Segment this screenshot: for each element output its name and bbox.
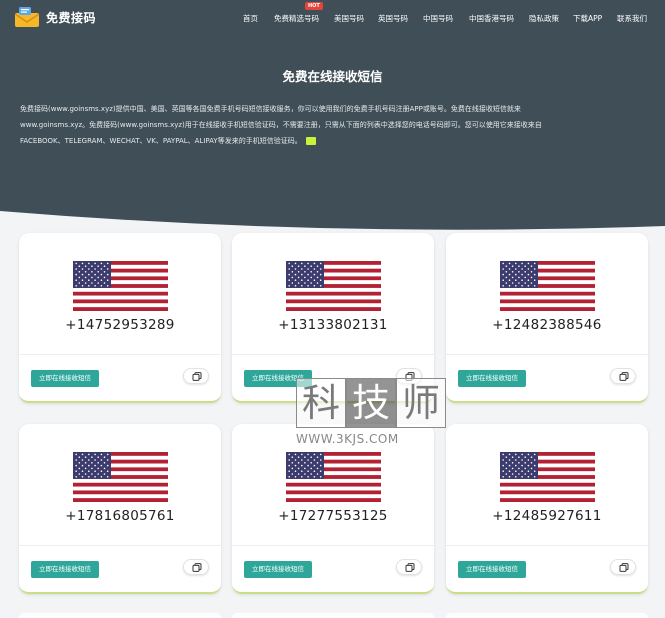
number-card[interactable]: +13133802131 立即在线接收短信	[232, 233, 434, 403]
card-divider	[232, 354, 434, 355]
copy-number-button[interactable]	[396, 559, 422, 575]
receive-sms-button[interactable]: 立即在线接收短信	[458, 561, 526, 578]
receive-sms-button[interactable]: 立即在线接收短信	[31, 370, 99, 387]
phone-number[interactable]: +17277553125	[232, 508, 434, 524]
phone-number[interactable]: +13133802131	[232, 317, 434, 333]
phone-number[interactable]: +12482388546	[446, 317, 648, 333]
copy-number-button[interactable]	[183, 559, 209, 575]
nav-item-uk-numbers[interactable]: 英国号码	[378, 13, 408, 24]
copy-icon	[619, 563, 629, 572]
hero-description: 免费接码(www.goinsms.xyz)提供中国、美国、英国等各国免费手机号码…	[20, 101, 610, 149]
logo-text: 免费接码	[46, 10, 97, 25]
hero-description-line: www.goinsms.xyz。免费接码(www.goinsms.xyz)用于在…	[20, 121, 542, 129]
nav-item-download-app[interactable]: 下载APP	[573, 13, 602, 24]
card-divider	[19, 545, 221, 546]
hero-description-line-last: FACEBOOK、TELEGRAM、WECHAT、VK、PAYPAL、ALIPA…	[20, 133, 610, 149]
nav-item-featured-numbers[interactable]: 免费精选号码	[274, 13, 319, 24]
copy-icon	[192, 372, 202, 381]
number-card[interactable]: +14752953289 立即在线接收短信	[19, 233, 221, 403]
hot-badge: HOT	[305, 2, 323, 10]
phone-number[interactable]: +14752953289	[19, 317, 221, 333]
us-flag-icon	[286, 452, 381, 503]
copy-icon	[405, 372, 415, 381]
number-card[interactable]: +17277553125 立即在线接收短信	[232, 424, 434, 594]
site-logo[interactable]: 免费接码	[14, 6, 96, 28]
next-row-card-edge	[19, 613, 221, 618]
card-divider	[446, 354, 648, 355]
card-divider	[19, 354, 221, 355]
us-flag-icon	[286, 261, 381, 312]
copy-number-button[interactable]	[183, 368, 209, 384]
next-row-card-edge	[232, 613, 434, 618]
copy-number-button[interactable]	[610, 559, 636, 575]
nav-item-privacy[interactable]: 隐私政策	[529, 13, 559, 24]
nav-item-home[interactable]: 首页	[243, 13, 258, 24]
us-flag-icon	[500, 452, 595, 503]
number-card[interactable]: +12482388546 立即在线接收短信	[446, 233, 648, 403]
nav-item-us-numbers[interactable]: 美国号码	[334, 13, 364, 24]
envelope-logo-icon	[14, 6, 40, 28]
page-title: 免费在线接收短信	[282, 69, 383, 84]
phone-number[interactable]: +12485927611	[446, 508, 648, 524]
hero-description-text: FACEBOOK、TELEGRAM、WECHAT、VK、PAYPAL、ALIPA…	[20, 137, 302, 145]
receive-sms-button[interactable]: 立即在线接收短信	[244, 561, 312, 578]
receive-sms-button[interactable]: 立即在线接收短信	[458, 370, 526, 387]
phone-number[interactable]: +17816805761	[19, 508, 221, 524]
hero-description-line: 免费接码(www.goinsms.xyz)提供中国、美国、英国等各国免费手机号码…	[20, 105, 521, 113]
copy-icon	[192, 563, 202, 572]
us-flag-icon	[73, 261, 168, 312]
number-card[interactable]: +17816805761 立即在线接收短信	[19, 424, 221, 594]
copy-number-button[interactable]	[610, 368, 636, 384]
nav-item-hongkong-numbers[interactable]: 中国香港号码	[469, 13, 514, 24]
receive-sms-button[interactable]: 立即在线接收短信	[31, 561, 99, 578]
us-flag-icon	[73, 452, 168, 503]
nav-item-china-numbers[interactable]: 中国号码	[423, 13, 453, 24]
copy-icon	[619, 372, 629, 381]
copy-number-button[interactable]	[396, 368, 422, 384]
card-divider	[232, 545, 434, 546]
receive-sms-button[interactable]: 立即在线接收短信	[244, 370, 312, 387]
copy-icon	[405, 563, 415, 572]
number-card[interactable]: +12485927611 立即在线接收短信	[446, 424, 648, 594]
next-row-card-edge	[446, 613, 648, 618]
chat-bubble-icon	[305, 137, 316, 145]
us-flag-icon	[500, 261, 595, 312]
card-divider	[446, 545, 648, 546]
nav-item-contact[interactable]: 联系我们	[617, 13, 647, 24]
top-navigation: 免费接码 HOT 首页 免费精选号码 美国号码 英国号码 中国号码 中国香港号码…	[0, 0, 665, 36]
